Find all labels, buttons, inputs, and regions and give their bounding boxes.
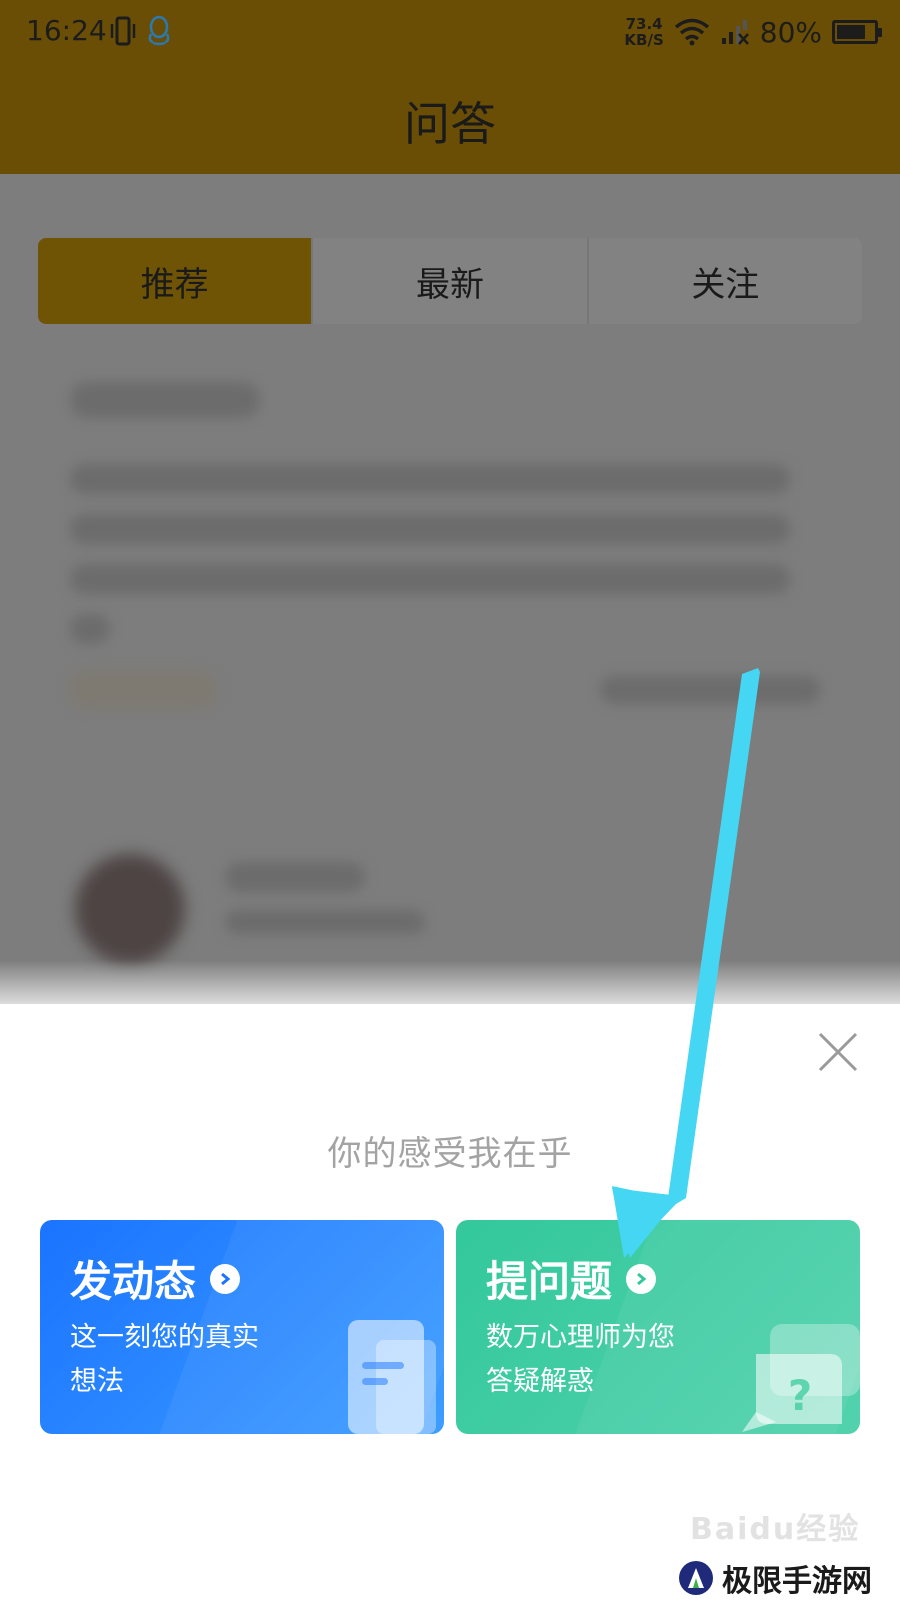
battery-fill bbox=[837, 25, 865, 39]
vibrate-icon bbox=[110, 16, 136, 46]
net-speed: 73.4 KB/S bbox=[624, 16, 663, 48]
ask-question-desc: 数万心理师为您 答疑解惑 bbox=[486, 1316, 716, 1404]
post-status-title: 发动态 bbox=[70, 1257, 197, 1306]
ask-question-title: 提问题 bbox=[486, 1257, 613, 1306]
avatar bbox=[75, 854, 185, 964]
blurred-text-line bbox=[70, 614, 110, 644]
page-title: 问答 bbox=[404, 97, 496, 151]
wifi-icon bbox=[674, 18, 709, 46]
signal-icon bbox=[721, 20, 749, 45]
post-status-desc: 这一刻您的真实 想法 bbox=[70, 1316, 300, 1404]
site-watermark: 极限手游网 bbox=[678, 1556, 872, 1600]
tab-following[interactable]: 关注 bbox=[586, 238, 862, 324]
ask-question-desc-line2: 答疑解惑 bbox=[486, 1366, 594, 1397]
post-status-desc-line1: 这一刻您的真实 bbox=[70, 1322, 259, 1353]
tab-bar: 推荐 最新 关注 bbox=[38, 238, 862, 324]
baidu-watermark: Baidu经验 bbox=[690, 1512, 861, 1547]
site-watermark-text: 极限手游网 bbox=[722, 1564, 872, 1599]
title-bar: 问答 bbox=[0, 66, 900, 174]
svg-text:?: ? bbox=[788, 1371, 812, 1420]
status-right: 73.4 KB/S 80% bbox=[624, 12, 882, 52]
blurred-tag bbox=[68, 670, 218, 710]
post-status-title-row: 发动态 bbox=[70, 1248, 241, 1309]
close-icon[interactable] bbox=[814, 1028, 862, 1076]
document-icon bbox=[348, 1320, 436, 1434]
sheet-title: 你的感受我在乎 bbox=[327, 1134, 573, 1174]
page-content: 推荐 最新 关注 bbox=[0, 174, 900, 1004]
battery-icon bbox=[832, 20, 882, 44]
ask-question-desc-line1: 数万心理师为您 bbox=[486, 1322, 675, 1353]
post-status-card[interactable]: 发动态 这一刻您的真实 想法 bbox=[40, 1220, 444, 1434]
question-bubble-icon: ? bbox=[742, 1324, 860, 1432]
blurred-username bbox=[225, 862, 365, 892]
chevron-right-icon bbox=[626, 1263, 657, 1294]
qq-icon bbox=[148, 15, 170, 46]
ask-question-card[interactable]: 提问题 数万心理师为您 答疑解惑 ? bbox=[456, 1220, 860, 1434]
chevron-right-icon bbox=[210, 1263, 241, 1294]
blurred-heading bbox=[70, 382, 260, 418]
tab-latest[interactable]: 最新 bbox=[311, 238, 586, 324]
ask-question-title-row: 提问题 bbox=[486, 1248, 657, 1309]
blurred-meta bbox=[225, 910, 425, 934]
site-logo-icon bbox=[679, 1561, 713, 1595]
battery-percent: 80% bbox=[759, 15, 822, 49]
status-time: 16:24 bbox=[26, 14, 107, 47]
net-speed-value: 73.4 bbox=[625, 15, 663, 33]
blurred-stats bbox=[600, 676, 820, 704]
status-bar: 16:24 73.4 KB/S 80% bbox=[0, 0, 900, 66]
blurred-text-line bbox=[70, 514, 790, 544]
net-speed-unit: KB/S bbox=[624, 31, 664, 49]
post-status-desc-line2: 想法 bbox=[70, 1366, 124, 1397]
tab-recommended[interactable]: 推荐 bbox=[38, 238, 312, 324]
blurred-text-line bbox=[70, 564, 790, 594]
blurred-text-line bbox=[70, 464, 790, 494]
